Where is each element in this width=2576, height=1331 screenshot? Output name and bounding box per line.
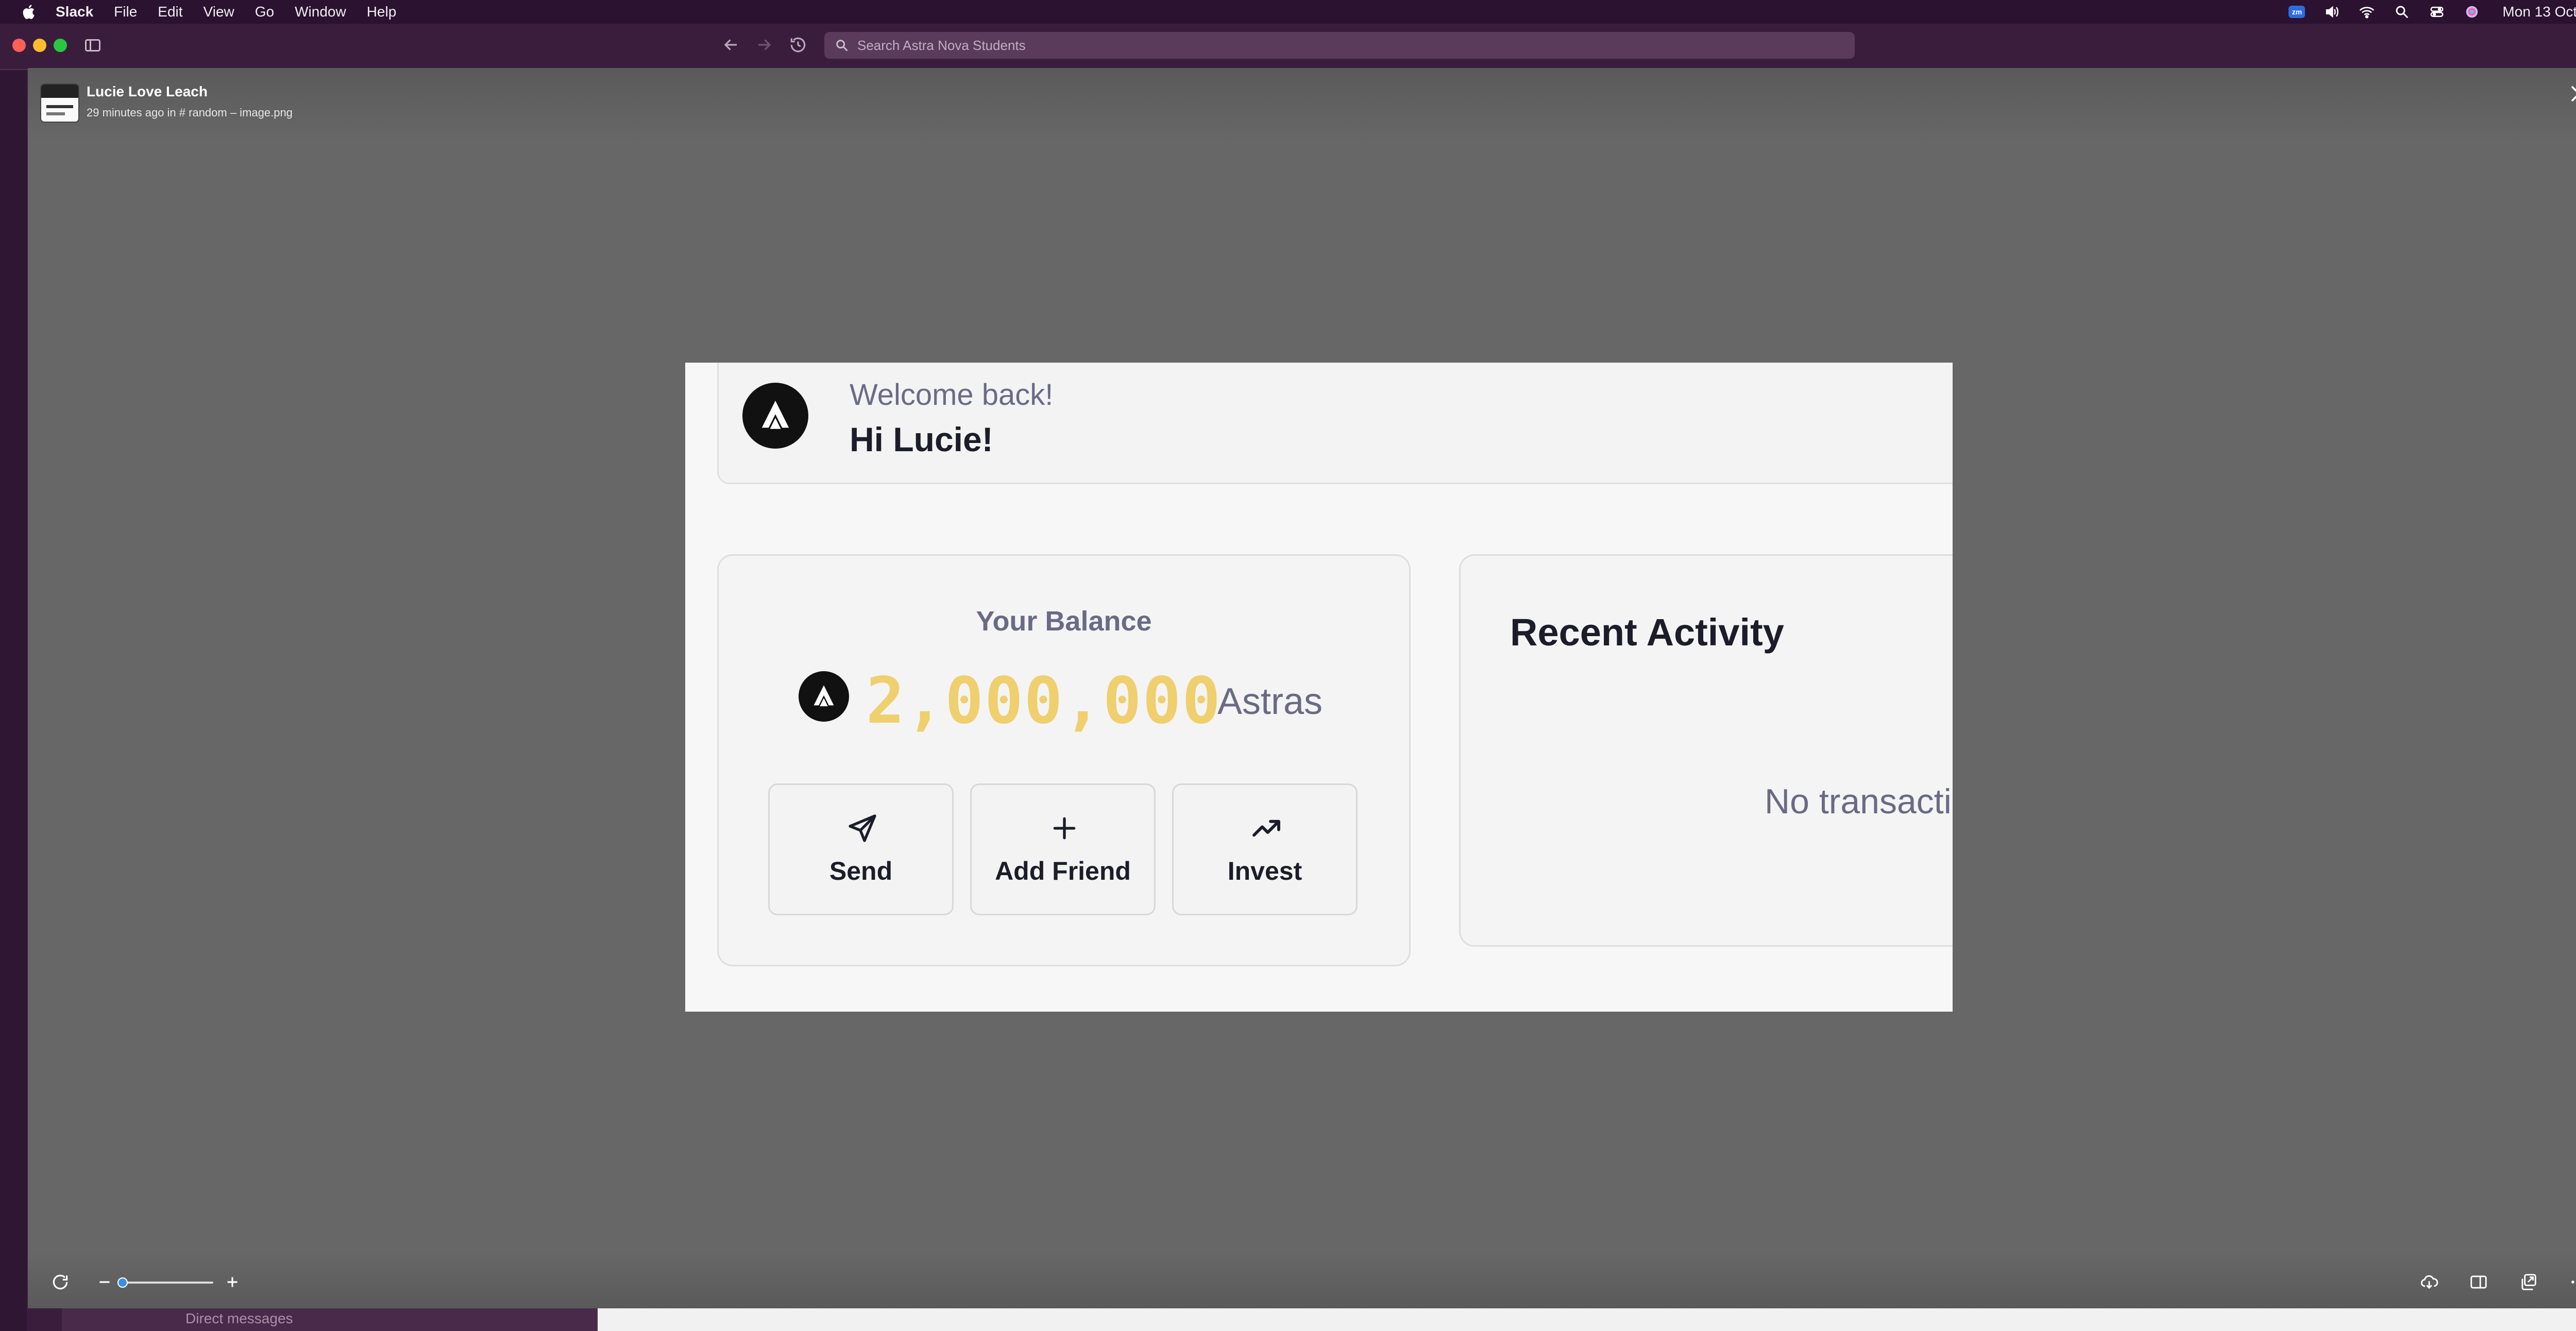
- zoom-slider-thumb[interactable]: [117, 1277, 128, 1288]
- wifi-icon[interactable]: [2358, 4, 2376, 20]
- sidebar-toggle-icon[interactable]: [83, 36, 102, 55]
- menu-app-name[interactable]: Slack: [56, 4, 93, 20]
- balance-card: Your Balance 2,000,000 Astras Send Add F…: [717, 554, 1411, 966]
- siri-icon[interactable]: [2463, 4, 2481, 20]
- menu-bar-clock[interactable]: Mon 13 Oct 22:05: [2502, 4, 2576, 20]
- recent-activity-card: Recent Activity No transacti: [1459, 554, 1953, 947]
- window-zoom-button[interactable]: [54, 39, 67, 52]
- zoom-in-icon[interactable]: [223, 1272, 242, 1292]
- invest-button-label: Invest: [1227, 857, 1302, 885]
- zoom-slider[interactable]: [117, 1277, 213, 1288]
- menu-window[interactable]: Window: [295, 4, 346, 20]
- send-icon: [849, 814, 876, 842]
- no-transactions-message: No transacti: [1765, 782, 1952, 821]
- window-minimize-button[interactable]: [33, 39, 46, 52]
- search-input[interactable]: [856, 37, 1837, 54]
- image-viewer-overlay: Lucie Love Leach 29 minutes ago in # ran…: [28, 68, 2576, 1308]
- balance-unit: Astras: [1217, 681, 1323, 722]
- add-friend-button-label: Add Friend: [995, 857, 1131, 885]
- slack-title-bar: [0, 24, 2576, 70]
- volume-icon[interactable]: [2323, 4, 2341, 20]
- send-button[interactable]: Send: [768, 783, 954, 915]
- close-icon[interactable]: [2568, 82, 2576, 105]
- menu-view[interactable]: View: [204, 4, 234, 20]
- share-copy-icon[interactable]: [2518, 1272, 2538, 1292]
- menu-edit[interactable]: Edit: [158, 4, 182, 20]
- search-bar[interactable]: [824, 32, 1855, 59]
- zoom-slider-track: [117, 1282, 213, 1284]
- spotlight-icon[interactable]: [2393, 4, 2411, 20]
- history-clock-icon[interactable]: [788, 35, 808, 55]
- zoom-icon[interactable]: zm: [2288, 4, 2306, 20]
- control-center-icon[interactable]: [2428, 4, 2446, 20]
- welcome-subtitle: Welcome back!: [850, 378, 1054, 412]
- welcome-card: Welcome back! Hi Lucie!: [717, 363, 1953, 484]
- more-options-icon[interactable]: [2569, 1272, 2576, 1292]
- macos-menu-bar: Slack File Edit View Go Window Help zm M…: [0, 0, 2576, 24]
- sidebar-direct-messages[interactable]: Direct messages: [185, 1310, 293, 1327]
- back-arrow-icon[interactable]: [721, 35, 741, 55]
- rotate-icon[interactable]: [50, 1272, 70, 1292]
- uploader-name[interactable]: Lucie Love Leach: [87, 83, 208, 100]
- trending-up-icon: [1252, 820, 1280, 837]
- side-panel-icon[interactable]: [2469, 1272, 2488, 1292]
- invest-button[interactable]: Invest: [1172, 783, 1358, 915]
- download-icon[interactable]: [2419, 1272, 2439, 1292]
- menu-help[interactable]: Help: [367, 4, 397, 20]
- welcome-title: Hi Lucie!: [850, 420, 993, 458]
- apple-menu-icon[interactable]: [21, 3, 38, 21]
- upload-meta: 29 minutes ago in # random – image.png: [87, 106, 293, 119]
- send-button-label: Send: [829, 857, 893, 885]
- astra-logo-icon: [742, 383, 808, 449]
- uploaded-image: Welcome back! Hi Lucie! Your Balance 2,0…: [685, 363, 1953, 1012]
- workspace-rail: [0, 70, 27, 1331]
- zoom-badge: zm: [2289, 6, 2306, 18]
- menu-bar-tray: zm Mon 13 Oct 22:05: [2288, 0, 2576, 24]
- astra-coin-icon: [799, 671, 849, 722]
- balance-label: Your Balance: [976, 606, 1152, 637]
- file-thumbnail[interactable]: [40, 83, 79, 123]
- viewer-footer: [28, 1253, 2576, 1308]
- plus-icon: [1053, 817, 1076, 840]
- recent-activity-title: Recent Activity: [1510, 611, 1784, 654]
- window-close-button[interactable]: [12, 39, 26, 52]
- menu-go[interactable]: Go: [255, 4, 274, 20]
- search-icon: [836, 40, 848, 52]
- menu-file[interactable]: File: [114, 4, 137, 20]
- viewer-header: Lucie Love Leach 29 minutes ago in # ran…: [28, 68, 2576, 140]
- zoom-out-icon[interactable]: [95, 1272, 114, 1292]
- forward-arrow-icon[interactable]: [754, 35, 774, 55]
- balance-amount: 2,000,000: [866, 664, 1222, 738]
- add-friend-button[interactable]: Add Friend: [970, 783, 1156, 915]
